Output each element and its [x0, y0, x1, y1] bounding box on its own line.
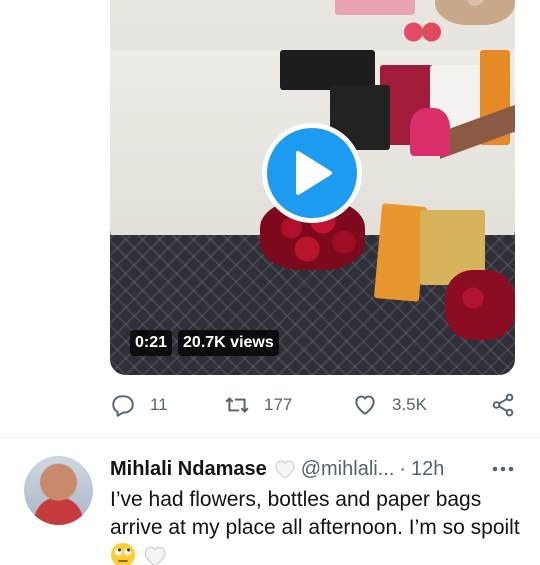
more-button[interactable] — [490, 456, 516, 482]
heart-icon — [355, 395, 375, 415]
retweet-icon — [225, 397, 249, 413]
video-frame-legs — [440, 105, 515, 165]
tweet[interactable]: Mihlali Ndamase @mihlali... · 12h I’ve h… — [0, 438, 540, 565]
play-icon — [296, 151, 332, 195]
display-name[interactable]: Mihlali Ndamase — [110, 458, 267, 481]
more-icon — [492, 466, 514, 472]
tweet-header: Mihlali Ndamase @mihlali... · 12h — [110, 456, 530, 482]
video-badges: 0:21 20.7K views — [130, 330, 279, 356]
reply-icon — [112, 395, 134, 417]
white-heart-emoji-icon — [275, 460, 295, 479]
tweet-text: I’ve had flowers, bottles and paper bags… — [110, 486, 520, 565]
video-frame-gift — [280, 50, 375, 90]
tweet-timestamp[interactable]: 12h — [411, 458, 444, 481]
video-duration: 0:21 — [130, 330, 173, 356]
separator-dot: · — [399, 457, 407, 480]
share-icon — [492, 393, 514, 417]
share-button[interactable] — [490, 392, 516, 418]
reply-button[interactable]: 11 — [110, 392, 168, 418]
play-button[interactable] — [262, 123, 362, 223]
rolling-eyes-emoji-icon — [111, 543, 135, 565]
video-frame-shoe — [410, 108, 450, 156]
video-frame-bouquet — [435, 0, 515, 25]
avatar[interactable] — [24, 456, 93, 525]
video-frame-tulips — [400, 10, 445, 65]
white-heart-emoji-icon — [144, 546, 166, 565]
tweet-body: I’ve had flowers, bottles and paper bags… — [110, 488, 520, 539]
retweet-button[interactable]: 177 — [224, 392, 292, 418]
user-handle[interactable]: @mihlali... — [301, 458, 395, 481]
tweet-video[interactable]: 0:21 20.7K views — [110, 0, 515, 375]
retweet-count: 177 — [264, 395, 293, 414]
video-frame-roses — [445, 270, 515, 340]
tweet-actions: 11 177 3.5K — [110, 392, 520, 422]
reply-count: 11 — [150, 395, 168, 414]
like-count: 3.5K — [392, 395, 427, 414]
video-views: 20.7K views — [178, 330, 279, 356]
like-button[interactable]: 3.5K — [352, 392, 427, 418]
